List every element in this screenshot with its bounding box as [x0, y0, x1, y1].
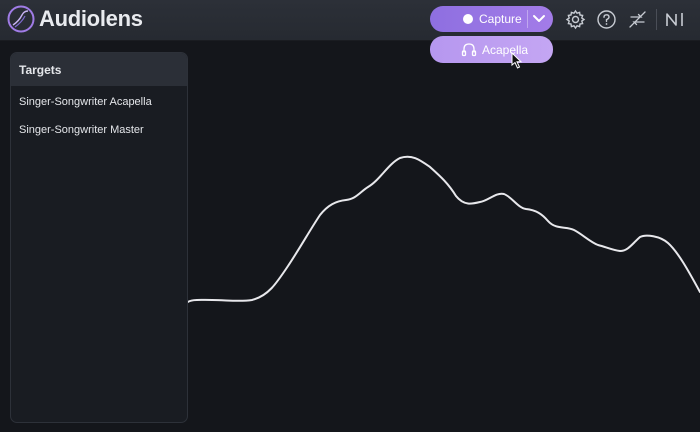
targets-header: Targets [11, 53, 187, 86]
target-item-singer-songwriter-master[interactable]: Singer-Songwriter Master [19, 123, 144, 137]
spectrum-line [185, 155, 700, 304]
targets-title: Targets [19, 63, 62, 77]
audiolens-window: Audiolens Capture Acapella Targets Singe… [0, 0, 700, 432]
target-item-singer-songwriter-acapella[interactable]: Singer-Songwriter Acapella [19, 95, 152, 109]
targets-panel: Targets Singer-Songwriter Acapella Singe… [10, 52, 188, 423]
